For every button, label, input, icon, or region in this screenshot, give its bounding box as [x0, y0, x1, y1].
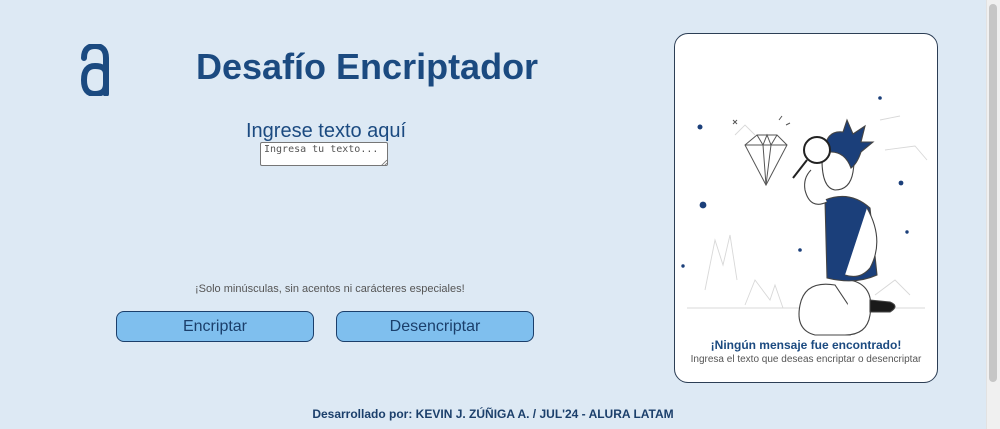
person-with-magnifier-illustration — [681, 96, 928, 336]
encrypt-button[interactable]: Encriptar — [116, 311, 314, 342]
decrypt-button[interactable]: Desencriptar — [336, 311, 534, 342]
scrollbar-thumb[interactable] — [989, 4, 997, 382]
text-input[interactable] — [260, 142, 388, 166]
vertical-scrollbar[interactable] — [986, 0, 1000, 429]
no-message-title: ¡Ningún mensaje fue encontrado! — [710, 338, 902, 352]
page-title: Desafío Encriptador — [196, 46, 539, 87]
input-hint: ¡Solo minúsculas, sin acentos ni carácte… — [195, 283, 465, 295]
alura-logo-icon — [80, 44, 109, 96]
output-panel: ¡Ningún mensaje fue encontrado! Ingresa … — [674, 33, 938, 383]
input-label: Ingrese texto aquí — [246, 120, 407, 142]
no-message-subtitle: Ingresa el texto que deseas encriptar o … — [690, 354, 922, 365]
footer-credit: Desarrollado por: KEVIN J. ZÚÑIGA A. / J… — [312, 407, 674, 421]
